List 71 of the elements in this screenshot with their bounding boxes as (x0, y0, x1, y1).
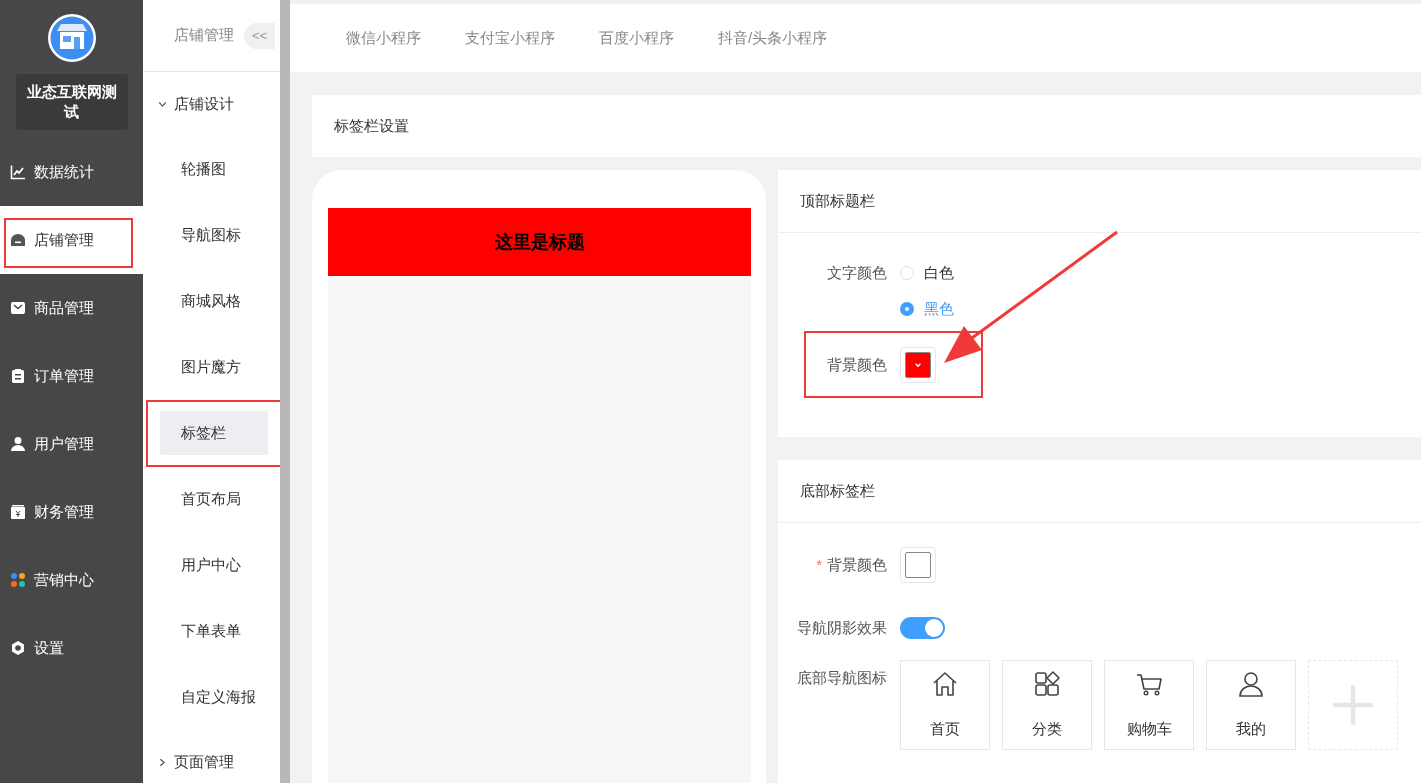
menu-label: 财务管理 (34, 502, 94, 522)
nav-icon-card[interactable]: 首页 (900, 660, 990, 750)
page-title: 标签栏设置 (334, 116, 409, 136)
required-mark: * (816, 556, 822, 573)
menu-item[interactable]: 数据统计 (0, 138, 143, 206)
submenu-item[interactable]: 首页布局 (160, 477, 268, 521)
store-logo-icon (46, 13, 97, 63)
user-icon (1237, 670, 1265, 698)
clipboard-icon (10, 368, 26, 384)
menu-label: 营销中心 (34, 570, 94, 590)
nav-icon-label: 我的 (1236, 720, 1266, 739)
radio-label: 黑色 (924, 299, 954, 319)
menu-label: 订单管理 (34, 366, 94, 386)
submenu-item[interactable]: 图片魔方 (160, 345, 268, 389)
menu-label: 商品管理 (34, 298, 94, 318)
menu-label: 设置 (34, 638, 64, 658)
panel-title: 底部标签栏 (800, 481, 875, 501)
submenu-item[interactable]: 轮播图 (160, 147, 268, 191)
radio-option[interactable]: 白色 (900, 255, 954, 291)
plus-icon (1331, 682, 1375, 727)
brand-name: 业态互联网测试 (15, 74, 128, 130)
chart-icon (10, 164, 26, 180)
nav-icon-label: 首页 (930, 720, 960, 739)
envelope-icon (10, 300, 26, 316)
panel-title: 顶部标题栏 (800, 191, 875, 211)
radio-label: 白色 (924, 263, 954, 283)
field-label: 文字颜色 (826, 263, 888, 283)
menu-item[interactable]: 设置 (0, 614, 143, 682)
user-icon (10, 436, 26, 452)
home-icon (931, 670, 959, 698)
platform-tab[interactable]: 支付宝小程序 (465, 28, 555, 48)
menu-item[interactable]: 用户管理 (0, 410, 143, 478)
menu-item[interactable]: 订单管理 (0, 342, 143, 410)
group-label: 页面管理 (174, 752, 234, 772)
wallet-icon (10, 504, 26, 520)
submenu-item[interactable]: 商城风格 (160, 279, 268, 323)
submenu-item[interactable]: 导航图标 (160, 213, 268, 257)
store-icon (10, 232, 26, 248)
field-label: 导航阴影效果 (796, 618, 888, 638)
submenu-item[interactable]: 用户中心 (160, 543, 268, 587)
nav-icon-label: 分类 (1032, 720, 1062, 739)
group-label: 店铺设计 (174, 94, 234, 114)
submenu-title: 店铺管理 (174, 26, 234, 45)
field-label: 背景颜色 (826, 355, 888, 375)
nav-icon-label: 购物车 (1126, 720, 1172, 739)
nav-icon-card[interactable]: 分类 (1002, 660, 1092, 750)
submenu-item[interactable]: 自定义海报 (160, 675, 268, 719)
marketing-icon (10, 572, 26, 588)
platform-tab[interactable]: 微信小程序 (346, 28, 421, 48)
menu-item[interactable]: 营销中心 (0, 546, 143, 614)
menu-item[interactable]: 财务管理 (0, 478, 143, 546)
platform-tab[interactable]: 抖音/头条小程序 (718, 28, 828, 48)
grid-icon (1033, 670, 1061, 698)
nav-icon-card[interactable]: 购物车 (1104, 660, 1194, 750)
settings-icon (10, 640, 26, 656)
menu-label: 用户管理 (34, 434, 94, 454)
submenu-item[interactable]: 标签栏 (160, 411, 268, 455)
platform-tab[interactable]: 百度小程序 (599, 28, 674, 48)
field-label: 底部导航图标 (796, 668, 888, 688)
chevron-icon (157, 756, 168, 768)
submenu-item[interactable]: 下单表单 (160, 609, 268, 653)
submenu-group[interactable]: 店铺设计 (143, 72, 280, 136)
menu-item[interactable]: 商品管理 (0, 274, 143, 342)
preview-title-bar: 这里是标题 (328, 208, 751, 276)
nav-icon-card[interactable]: 我的 (1206, 660, 1296, 750)
field-label: 背景颜色 (827, 556, 887, 573)
toggle-switch[interactable] (900, 617, 945, 639)
menu-item[interactable]: 店铺管理 (0, 206, 143, 274)
menu-label: 数据统计 (34, 162, 94, 182)
submenu-group[interactable]: 页面管理 (143, 730, 280, 783)
menu-label: 店铺管理 (34, 230, 94, 250)
